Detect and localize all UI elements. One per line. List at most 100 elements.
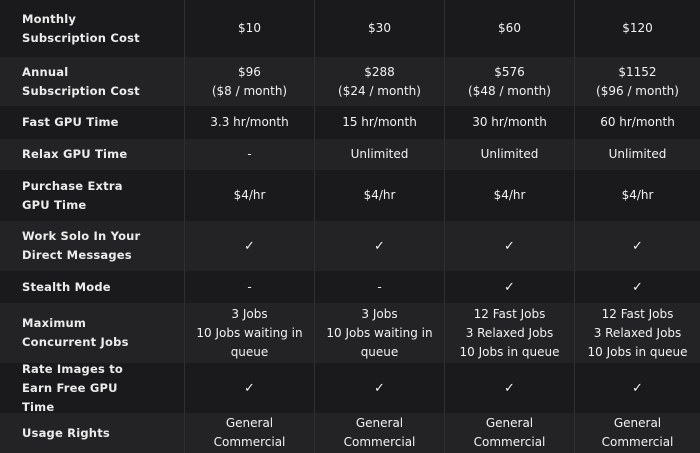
table-cell: 3 Jobs 10 Jobs waiting in queue: [314, 303, 444, 363]
table-cell: $10: [184, 0, 314, 57]
cell-text: Commercial: [343, 435, 416, 449]
table-row-work-solo-in-your-direct-messages: Work Solo In Your Direct Messages ✓ ✓ ✓ ✓: [0, 221, 700, 271]
table-row-purchase-extra-gpu-time: Purchase Extra GPU Time $4/hr $4/hr $4/hr $4…: [0, 170, 700, 221]
table-cell: ✓: [184, 221, 314, 271]
cell-text: 60 hr/month: [600, 115, 675, 129]
cell-text: ($8 / month): [211, 83, 288, 98]
cell-text: General: [485, 416, 534, 430]
table-cell: ✓: [184, 363, 314, 413]
table-row-annual-subscription-cost: Annual Subscription Cost $96 ($8 / month) $…: [0, 57, 700, 106]
table-row-rate-images-to-earn-free-gpu-time: Rate Images to Earn Free GPU Time ✓ ✓ ✓ ✓: [0, 361, 700, 414]
table-cell: $60: [444, 0, 574, 57]
table-row-stealth-mode: Stealth Mode - - ✓ ✓: [0, 271, 700, 303]
table-cell: 3 Jobs 10 Jobs waiting in queue: [184, 303, 314, 363]
checkmark-icon: ✓: [504, 279, 515, 295]
table-cell: $120: [574, 0, 700, 57]
cell-text: queue: [360, 344, 399, 359]
table-cell: General Commercial: [574, 413, 700, 453]
table-cell: Unlimited: [314, 139, 444, 170]
table-cell: ✓: [444, 271, 574, 303]
cell-text: queue: [230, 344, 269, 359]
cell-text: Unlimited: [350, 147, 409, 161]
row-label: Usage Rights: [22, 425, 110, 440]
cell-text: -: [247, 147, 252, 161]
cell-text: 3 Jobs: [231, 306, 268, 321]
cell-text: General: [355, 416, 404, 430]
cell-text: 12 Fast Jobs: [601, 306, 674, 321]
cell-text: 10 Jobs waiting in: [196, 325, 303, 340]
table-cell: $1152 ($96 / month): [574, 57, 700, 106]
cell-text: 12 Fast Jobs: [473, 306, 546, 321]
cell-text: $4/hr: [363, 188, 396, 202]
cell-text: 30 hr/month: [472, 115, 547, 129]
table-cell: $4/hr: [574, 170, 700, 221]
row-label: Fast GPU Time: [22, 115, 119, 129]
table-cell: $96 ($8 / month): [184, 57, 314, 106]
table-row-monthly-subscription-cost: Monthly Subscription Cost $10 $30 $60 $120: [0, 0, 700, 57]
cell-text: ($48 / month): [468, 83, 551, 98]
table-cell: ✓: [574, 221, 700, 271]
cell-text: 10 Jobs in queue: [459, 344, 560, 359]
cell-text: $4/hr: [493, 188, 526, 202]
row-label: Maximum Concurrent Jobs: [22, 316, 129, 349]
cell-text: Unlimited: [608, 147, 667, 161]
row-label: Annual Subscription Cost: [22, 64, 140, 98]
table-cell: ✓: [314, 363, 444, 413]
checkmark-icon: ✓: [244, 380, 255, 396]
table-cell: $4/hr: [444, 170, 574, 221]
table-cell: $30: [314, 0, 444, 57]
row-label: Stealth Mode: [22, 279, 111, 294]
cell-text: $96: [238, 64, 261, 79]
cell-text: $4/hr: [621, 188, 654, 202]
row-label: Purchase Extra GPU Time: [22, 178, 123, 212]
table-cell: -: [184, 139, 314, 170]
table-cell: General Commercial: [184, 413, 314, 453]
table-cell: 60 hr/month: [574, 106, 700, 139]
checkmark-icon: ✓: [374, 238, 385, 254]
cell-text: Commercial: [601, 435, 674, 449]
cell-text: $576: [494, 64, 525, 79]
row-label: Monthly Subscription Cost: [22, 11, 140, 45]
cell-text: 3 Jobs: [361, 306, 398, 321]
cell-text: ($24 / month): [338, 83, 421, 98]
table-row-fast-gpu-time: Fast GPU Time 3.3 hr/month 15 hr/month 30 h…: [0, 106, 700, 139]
table-cell: 15 hr/month: [314, 106, 444, 139]
row-label: Rate Images to Earn Free GPU Time: [22, 361, 124, 414]
table-cell: ✓: [314, 221, 444, 271]
table-cell: $4/hr: [184, 170, 314, 221]
cell-text: 3 Relaxed Jobs: [593, 325, 682, 340]
checkmark-icon: ✓: [632, 279, 643, 295]
pricing-comparison-table: Monthly Subscription Cost $10 $30 $60 $120 An…: [0, 0, 700, 453]
cell-text: $60: [498, 21, 521, 35]
cell-text: $288: [364, 64, 395, 79]
cell-text: 3 Relaxed Jobs: [465, 325, 554, 340]
table-cell: Unlimited: [444, 139, 574, 170]
cell-text: Unlimited: [480, 147, 539, 161]
table-cell: General Commercial: [314, 413, 444, 453]
table-cell: 30 hr/month: [444, 106, 574, 139]
cell-text: ($96 / month): [596, 83, 679, 98]
table-cell: 3.3 hr/month: [184, 106, 314, 139]
table-cell: 12 Fast Jobs 3 Relaxed Jobs 10 Jobs in que…: [574, 303, 700, 363]
cell-text: -: [247, 279, 252, 294]
cell-text: $30: [368, 21, 391, 35]
table-cell: ✓: [444, 363, 574, 413]
cell-text: $1152: [618, 64, 657, 79]
table-row-usage-rights: Usage Rights General Commercial General Comm…: [0, 413, 700, 453]
cell-text: 10 Jobs in queue: [587, 344, 688, 359]
cell-text: 3.3 hr/month: [210, 115, 289, 129]
checkmark-icon: ✓: [374, 380, 385, 396]
table-cell: ✓: [574, 271, 700, 303]
cell-text: Commercial: [213, 435, 286, 449]
table-row-maximum-concurrent-jobs: Maximum Concurrent Jobs 3 Jobs 10 Jobs wai…: [0, 303, 700, 363]
table-cell: $576 ($48 / month): [444, 57, 574, 106]
table-cell: Unlimited: [574, 139, 700, 170]
cell-text: General: [225, 416, 274, 430]
table-cell: ✓: [574, 363, 700, 413]
table-row-relax-gpu-time: Relax GPU Time - Unlimited Unlimited Unlimit…: [0, 139, 700, 170]
table-cell: 12 Fast Jobs 3 Relaxed Jobs 10 Jobs in que…: [444, 303, 574, 363]
checkmark-icon: ✓: [504, 238, 515, 254]
checkmark-icon: ✓: [504, 380, 515, 396]
cell-text: $4/hr: [233, 188, 266, 202]
cell-text: -: [377, 279, 382, 294]
